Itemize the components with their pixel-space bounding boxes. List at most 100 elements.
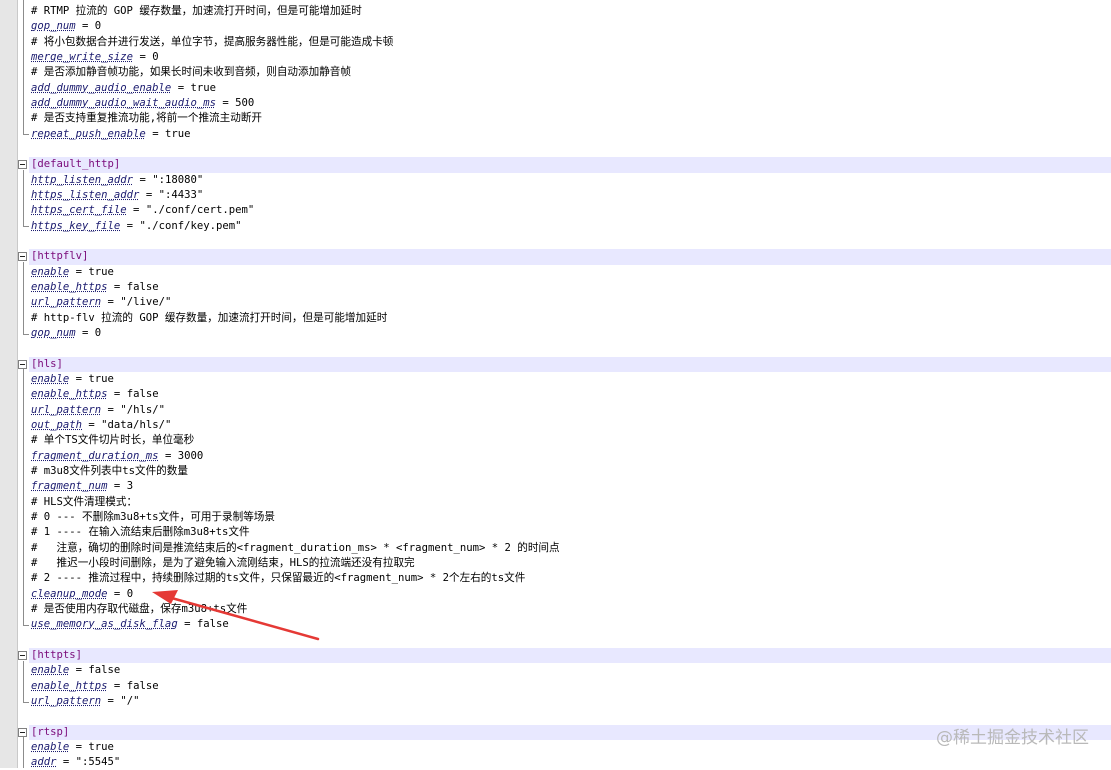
assign-operator: = xyxy=(69,372,89,385)
config-key: gop_num xyxy=(31,20,76,33)
assign-operator: = xyxy=(177,618,197,631)
assign-operator: = xyxy=(120,219,140,232)
section-name: [rtsp] xyxy=(31,725,70,738)
config-value: false xyxy=(126,679,159,692)
config-value: 3 xyxy=(126,480,134,493)
config-value: "/hls/" xyxy=(120,403,165,416)
config-key: https_key_file xyxy=(31,219,121,232)
comment-text: # m3u8文件列表中ts文件的数量 xyxy=(31,464,188,477)
section-header: [hls] xyxy=(31,357,63,372)
section-name: [httpts] xyxy=(31,648,83,661)
comment-line: # HLS文件清理模式： xyxy=(31,495,137,510)
section-name: [hls] xyxy=(31,357,63,370)
comment-text: # RTMP 拉流的 GOP 缓存数量，加速流打开时间，但是可能增加延时 xyxy=(31,5,362,17)
config-line: fragment_num = 3 xyxy=(31,479,133,494)
config-line: https_listen_addr = ":4433" xyxy=(31,188,203,203)
config-key: enable_https xyxy=(31,679,108,692)
assign-operator: = xyxy=(56,756,76,769)
assign-operator: = xyxy=(69,740,89,753)
config-value: false xyxy=(126,280,159,293)
config-line: url_pattern = "/" xyxy=(31,694,139,709)
config-line: url_pattern = "/live/" xyxy=(31,295,171,310)
config-line: http_listen_addr = ":18080" xyxy=(31,173,203,188)
config-line: enable = true xyxy=(31,372,114,387)
config-value: "./conf/cert.pem" xyxy=(145,204,255,217)
comment-line: # 单个TS文件切片时长，单位毫秒 xyxy=(31,433,194,448)
config-line: enable = true xyxy=(31,265,114,280)
config-value: 3000 xyxy=(177,449,204,462)
comment-text: # 0 --- 不删除m3u8+ts文件，可用于录制等场景 xyxy=(31,510,275,523)
comment-text: # 将小包数据合并进行发送，单位字节，提高服务器性能，但是可能造成卡顿 xyxy=(31,35,394,48)
comment-line: # 0 --- 不删除m3u8+ts文件，可用于录制等场景 xyxy=(31,510,275,525)
fold-collapse-icon[interactable] xyxy=(18,252,27,262)
config-value: ":4433" xyxy=(158,188,204,201)
assign-operator: = xyxy=(75,20,95,33)
comment-line: # 是否支持重复推流功能,将前一个推流主动断开 xyxy=(31,111,262,126)
fold-guide-line xyxy=(23,261,24,334)
fold-collapse-icon[interactable] xyxy=(18,650,27,660)
section-header: [default_http] xyxy=(31,157,120,172)
config-key: out_path xyxy=(31,418,83,431)
fold-guide-line xyxy=(23,737,24,768)
fold-collapse-icon[interactable] xyxy=(18,160,27,170)
config-line: https_key_file = "./conf/key.pem" xyxy=(31,219,242,234)
assign-operator: = xyxy=(107,280,127,293)
config-line: repeat_push_enable = true xyxy=(31,127,190,142)
config-line: add_dummy_audio_wait_audio_ms = 500 xyxy=(31,96,254,111)
config-key: enable xyxy=(31,265,70,278)
config-value: "./conf/key.pem" xyxy=(139,219,242,232)
fold-end-marker xyxy=(23,701,29,703)
config-value: "/live/" xyxy=(120,296,172,309)
config-key: fragment_duration_ms xyxy=(31,449,159,462)
comment-text: # 注意，确切的删除时间是推流结束后的<fragment_duration_ms… xyxy=(31,541,560,554)
config-value: "data/hls/" xyxy=(101,418,172,431)
config-key: merge_write_size xyxy=(31,50,134,63)
config-line: gop_num = 0 xyxy=(31,19,101,34)
config-line: enable_https = false xyxy=(31,679,159,694)
comment-line: # http-flv 拉流的 GOP 缓存数量，加速流打开时间，但是可能增加延时 xyxy=(31,311,387,326)
code-folding-margin[interactable] xyxy=(18,0,29,768)
config-value: 500 xyxy=(235,96,255,109)
config-key: cleanup_mode xyxy=(31,587,108,600)
config-key: http_listen_addr xyxy=(31,173,134,186)
config-line: enable_https = false xyxy=(31,387,159,402)
config-key: enable_https xyxy=(31,280,108,293)
config-key: add_dummy_audio_enable xyxy=(31,81,172,94)
comment-line: # 是否使用内存取代磁盘，保存m3u8+ts文件 xyxy=(31,602,247,617)
config-line: enable_https = false xyxy=(31,280,159,295)
section-header: [httpts] xyxy=(31,648,82,663)
assign-operator: = xyxy=(69,664,89,677)
config-key: enable_https xyxy=(31,388,108,401)
assign-operator: = xyxy=(107,480,127,493)
config-key: repeat_push_enable xyxy=(31,127,146,140)
section-header: [rtsp] xyxy=(31,725,69,740)
config-value: 0 xyxy=(94,20,102,33)
assign-operator: = xyxy=(145,127,165,140)
fold-end-marker xyxy=(23,624,29,626)
fold-guide-line xyxy=(23,0,24,135)
config-key: addr xyxy=(31,756,57,769)
config-key: https_listen_addr xyxy=(31,188,140,201)
config-line: merge_write_size = 0 xyxy=(31,50,159,65)
config-line: cleanup_mode = 0 xyxy=(31,587,133,602)
config-line: enable = false xyxy=(31,663,120,678)
comment-line: # RTMP 拉流的 GOP 缓存数量，加速流打开时间，但是可能增加延时 xyxy=(31,4,362,19)
fold-end-marker xyxy=(23,333,29,335)
config-key: use_memory_as_disk_flag xyxy=(31,618,178,631)
assign-operator: = xyxy=(101,694,121,707)
config-key: url_pattern xyxy=(31,403,102,416)
fold-collapse-icon[interactable] xyxy=(18,359,27,369)
assign-operator: = xyxy=(107,388,127,401)
fold-collapse-icon[interactable] xyxy=(18,727,27,737)
config-value: true xyxy=(164,127,191,140)
comment-text: # 单个TS文件切片时长，单位毫秒 xyxy=(31,434,195,447)
config-line: add_dummy_audio_enable = true xyxy=(31,81,216,96)
config-value: true xyxy=(88,265,114,278)
config-line: enable = true xyxy=(31,740,114,755)
comment-text: # HLS文件清理模式： xyxy=(31,495,138,508)
assign-operator: = xyxy=(101,296,121,309)
config-value: false xyxy=(196,618,229,631)
config-key: https_cert_file xyxy=(31,204,127,217)
comment-text: # http-flv 拉流的 GOP 缓存数量，加速流打开时间，但是可能增加延时 xyxy=(31,311,388,324)
section-highlight xyxy=(29,157,1111,173)
